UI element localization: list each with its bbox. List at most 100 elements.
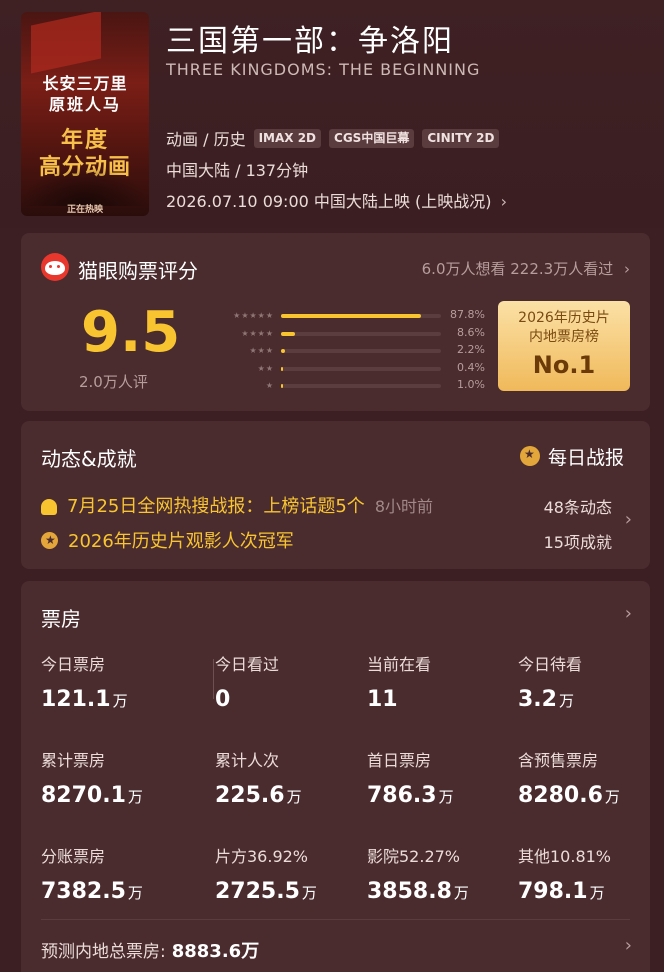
- want-watched-stats: 6.0万人想看 222.3万人看过: [421, 260, 614, 278]
- rating-card: 猫眼购票评分 6.0万人想看 222.3万人看过 › 9.5 2.0万人评 ★★…: [21, 233, 650, 411]
- chevron-right-icon: ›: [500, 192, 507, 211]
- star-icons-2: ★★: [257, 363, 274, 373]
- rating-distribution: ★★★★★ 87.8% ★★★★ 8.6% ★★★ 2.2% ★★ 0.4% ★…: [219, 308, 487, 396]
- stat-value: 7382.5 万: [41, 879, 143, 904]
- stat-label: 含预售票房: [518, 751, 599, 770]
- stat-value: 786.3 万: [367, 783, 454, 808]
- format-tag-imax: IMAX 2D: [253, 128, 322, 148]
- stat-value: 798.1 万: [518, 879, 605, 904]
- rating-score: 9.5: [81, 300, 181, 365]
- stat-value: 121.1 万: [41, 687, 128, 712]
- poster-flag-art: [31, 12, 101, 74]
- stat-label: 影院52.27%: [367, 847, 461, 866]
- stat-value: 0: [215, 687, 231, 712]
- stat-label: 片方36.92%: [215, 847, 309, 866]
- achievement-count: 15项成就: [543, 533, 612, 552]
- stat-with-presale: 含预售票房 8280.6 万: [518, 747, 664, 808]
- divider: [213, 659, 214, 699]
- movie-poster[interactable]: 长安三万里 原班人马 年度 高分动画 正在热映: [21, 12, 149, 216]
- stat-value: 3.2 万: [518, 687, 574, 712]
- boxoffice-card: 票房 › 今日票房 121.1 万 今日看过 0 当前在看 11 今日待看 3.2…: [21, 581, 650, 972]
- rating-pct-1: 1.0%: [457, 378, 485, 391]
- medal-icon: [41, 531, 58, 549]
- rating-bar-4: [281, 331, 295, 336]
- format-tag-cinity: CINITY 2D: [422, 128, 500, 148]
- stat-label: 累计人次: [215, 751, 280, 770]
- stat-total-admissions: 累计人次 225.6 万: [215, 747, 365, 808]
- stat-label: 首日票房: [367, 751, 432, 770]
- forecast-value: 8883.6万: [171, 941, 260, 962]
- forecast-row[interactable]: 预测内地总票房: 8883.6万: [41, 937, 259, 963]
- star-icons-1: ★: [265, 381, 274, 390]
- stat-today-boxoffice: 今日票房 121.1 万: [41, 651, 191, 712]
- rank-line2: 内地票房榜: [529, 329, 599, 345]
- news-item-time: 8小时前: [374, 497, 433, 516]
- rating-pct-5: 87.8%: [450, 308, 485, 321]
- rating-row-2: ★★ 0.4%: [219, 361, 487, 379]
- stat-value: 11: [367, 687, 398, 712]
- star-icons-5: ★★★★★: [233, 311, 274, 320]
- stat-today-watched: 今日看过 0: [215, 651, 365, 712]
- stat-label: 今日看过: [215, 655, 280, 674]
- achievement-text: 2026年历史片观影人次冠军: [68, 531, 294, 552]
- stat-value: 8280.6 万: [518, 783, 620, 808]
- movie-title: 三国第一部：争洛阳: [166, 24, 454, 59]
- stat-first-day: 首日票房 786.3 万: [367, 747, 517, 808]
- movie-release-link[interactable]: 2026.07.10 09:00 中国大陆上映 (上映战况) ›: [166, 188, 507, 212]
- chevron-right-icon[interactable]: ›: [625, 935, 632, 956]
- stat-split-boxoffice: 分账票房 7382.5 万: [41, 843, 191, 904]
- chevron-right-icon[interactable]: ›: [625, 509, 632, 530]
- stat-total-boxoffice: 累计票房 8270.1 万: [41, 747, 191, 808]
- forecast-label: 预测内地总票房:: [41, 942, 166, 962]
- stat-other-share: 其他10.81% 798.1 万: [518, 843, 664, 904]
- poster-crowd-art: [21, 166, 149, 206]
- rank-line1: 2026年历史片: [518, 310, 610, 326]
- chevron-right-icon: ›: [624, 260, 630, 278]
- stat-label: 今日票房: [41, 655, 106, 674]
- want-watched-link[interactable]: 6.0万人想看 222.3万人看过 ›: [422, 258, 630, 279]
- stat-cinema-share: 影院52.27% 3858.8 万: [367, 843, 517, 904]
- movie-genre: 动画 / 历史: [166, 130, 246, 149]
- news-title: 动态&成就: [41, 447, 137, 471]
- news-item-achievement[interactable]: 2026年历史片观影人次冠军: [41, 527, 294, 553]
- stat-label: 当前在看: [367, 655, 432, 674]
- stat-label: 分账票房: [41, 847, 106, 866]
- rating-row-5: ★★★★★ 87.8%: [219, 308, 487, 326]
- stat-today-pending: 今日待看 3.2 万: [518, 651, 664, 712]
- maoyan-cat-icon: [41, 253, 69, 281]
- star-icons-4: ★★★★: [241, 328, 274, 338]
- stat-watching-now: 当前在看 11: [367, 651, 517, 712]
- stat-label: 今日待看: [518, 655, 583, 674]
- rating-bar-2: [281, 366, 283, 371]
- rating-bar-3: [281, 349, 285, 353]
- boxoffice-title: 票房: [41, 607, 81, 631]
- stat-value: 225.6 万: [215, 783, 302, 808]
- movie-genre-row: 动画 / 历史 IMAX 2D CGS中国巨幕 CINITY 2D: [166, 126, 500, 150]
- rank-badge[interactable]: 2026年历史片 内地票房榜 No.1: [498, 301, 630, 391]
- medal-icon: [519, 446, 540, 466]
- rating-row-1: ★ 1.0%: [219, 378, 487, 396]
- news-item-text: 7月25日全网热搜战报：上榜话题5个: [67, 496, 365, 517]
- chevron-right-icon[interactable]: ›: [625, 603, 632, 624]
- stat-producer-share: 片方36.92% 2725.5 万: [215, 843, 365, 904]
- movie-release: 2026.07.10 09:00 中国大陆上映 (上映战况): [166, 192, 492, 211]
- daily-report-button[interactable]: 每日战报: [514, 439, 630, 473]
- movie-region-duration: 中国大陆 / 137分钟: [166, 161, 309, 180]
- format-tag-cgs: CGS中国巨幕: [329, 128, 415, 148]
- rating-count: 2.0万人评: [79, 373, 148, 391]
- rating-pct-3: 2.2%: [457, 343, 485, 356]
- news-dynamic-count: 48条动态: [543, 498, 612, 517]
- rating-pct-4: 8.6%: [457, 325, 485, 339]
- rating-pct-2: 0.4%: [457, 360, 485, 374]
- stat-label: 其他10.81%: [518, 847, 612, 866]
- stat-value: 2725.5 万: [215, 879, 317, 904]
- news-item-hot-search[interactable]: 7月25日全网热搜战报：上榜话题5个 8小时前: [41, 492, 433, 518]
- poster-text-2: 原班人马: [48, 95, 121, 114]
- stat-label: 累计票房: [41, 751, 106, 770]
- stat-value: 8270.1 万: [41, 783, 143, 808]
- star-icons-3: ★★★: [249, 346, 274, 355]
- rating-row-4: ★★★★ 8.6%: [219, 326, 487, 344]
- rating-title: 猫眼购票评分: [78, 259, 198, 283]
- movie-header: 长安三万里 原班人马 年度 高分动画 正在热映 三国第一部：争洛阳 THREE …: [0, 0, 664, 228]
- daily-report-label: 每日战报: [547, 446, 624, 469]
